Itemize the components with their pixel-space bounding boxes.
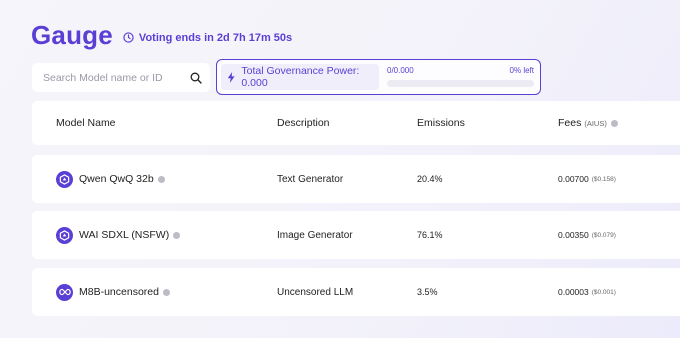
model-name-cell: M8B-uncensored: [56, 268, 170, 316]
model-fee-usd: ($0.158): [591, 175, 616, 183]
governance-power-panel: Total Governance Power: 0.000 0/0.000 0%…: [216, 59, 541, 95]
search-box[interactable]: [32, 63, 210, 92]
governance-progress-bar: [387, 80, 534, 87]
meta-infinity-icon: [56, 283, 73, 301]
model-fee: 0.00003: [558, 287, 589, 297]
model-fee: 0.00350: [558, 230, 589, 240]
info-icon[interactable]: [610, 119, 618, 127]
model-description: Image Generator: [277, 229, 353, 241]
model-emissions: 3.5%: [417, 287, 438, 297]
column-header-model-name: Model Name: [56, 117, 116, 129]
model-name: WAI SDXL (NSFW): [79, 229, 170, 241]
model-emissions: 76.1%: [417, 230, 443, 240]
governance-usage-meter: 0/0.000 0% left: [385, 64, 536, 90]
clock-icon: [123, 32, 134, 43]
model-name: M8B-uncensored: [79, 286, 159, 298]
model-emissions: 20.4%: [417, 174, 443, 184]
column-header-fees-unit: (AIUS): [584, 118, 607, 128]
voting-countdown: Voting ends in 2d 7h 17m 50s: [123, 32, 292, 44]
table-row[interactable]: Qwen QwQ 32b Text Generator 20.4% 0.0070…: [32, 155, 680, 203]
governance-power-label-box: Total Governance Power: 0.000: [221, 64, 379, 90]
page-header: Gauge Voting ends in 2d 7h 17m 50s: [31, 20, 292, 51]
info-icon[interactable]: [157, 175, 165, 183]
info-icon[interactable]: [162, 288, 170, 296]
table-row[interactable]: M8B-uncensored Uncensored LLM 3.5% 0.000…: [32, 268, 680, 316]
model-fee-usd: ($0.079): [591, 231, 616, 239]
model-description: Text Generator: [277, 173, 344, 185]
column-header-fees: Fees (AIUS): [558, 101, 618, 145]
search-icon[interactable]: [190, 72, 202, 84]
model-name-cell: WAI SDXL (NSFW): [56, 211, 181, 259]
wai-icon: [56, 226, 73, 244]
voting-countdown-text: Voting ends in 2d 7h 17m 50s: [138, 31, 293, 44]
search-input[interactable]: [43, 71, 190, 84]
model-fees-cell: 0.00003 ($0.001): [558, 268, 616, 316]
table-header: Model Name Description Emissions Fees (A…: [32, 101, 680, 145]
model-description: Uncensored LLM: [277, 286, 354, 298]
table-row[interactable]: WAI SDXL (NSFW) Image Generator 76.1% 0.…: [32, 211, 680, 259]
model-fee: 0.00700: [558, 174, 589, 184]
model-fee-usd: ($0.001): [591, 288, 616, 296]
page-title: Gauge: [31, 20, 113, 50]
model-fees-cell: 0.00350 ($0.079): [558, 211, 616, 259]
column-header-fees-label: Fees: [558, 117, 582, 129]
lightning-icon: [227, 71, 235, 83]
column-header-description: Description: [277, 117, 330, 129]
governance-used-fraction: 0/0.000: [387, 66, 414, 75]
column-header-emissions: Emissions: [417, 117, 465, 129]
info-icon[interactable]: [173, 231, 181, 239]
governance-left-text: 0% left: [509, 66, 534, 75]
model-name-cell: Qwen QwQ 32b: [56, 155, 165, 203]
governance-power-text: Total Governance Power: 0.000: [241, 65, 360, 89]
qwen-icon: [56, 170, 73, 188]
model-name: Qwen QwQ 32b: [79, 173, 154, 185]
model-fees-cell: 0.00700 ($0.158): [558, 155, 616, 203]
